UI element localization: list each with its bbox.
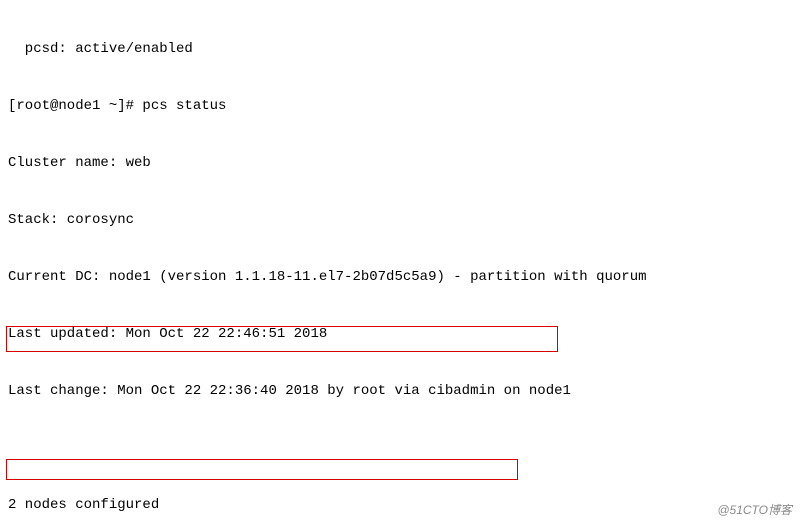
output-line: Stack: corosync [8, 211, 792, 230]
output-line: Last change: Mon Oct 22 22:36:40 2018 by… [8, 382, 792, 401]
watermark-text: @51CTO博客 [717, 501, 792, 520]
prompt-line: [root@node1 ~]# pcs status [8, 97, 792, 116]
output-line: 2 nodes configured [8, 496, 792, 515]
output-line: Last updated: Mon Oct 22 22:46:51 2018 [8, 325, 792, 344]
highlight-box-command [6, 459, 518, 480]
output-line: Current DC: node1 (version 1.1.18-11.el7… [8, 268, 792, 287]
terminal-output[interactable]: pcsd: active/enabled [root@node1 ~]# pcs… [0, 0, 800, 526]
output-line: pcsd: active/enabled [8, 40, 792, 59]
output-line: Cluster name: web [8, 154, 792, 173]
blank-line [8, 439, 792, 458]
